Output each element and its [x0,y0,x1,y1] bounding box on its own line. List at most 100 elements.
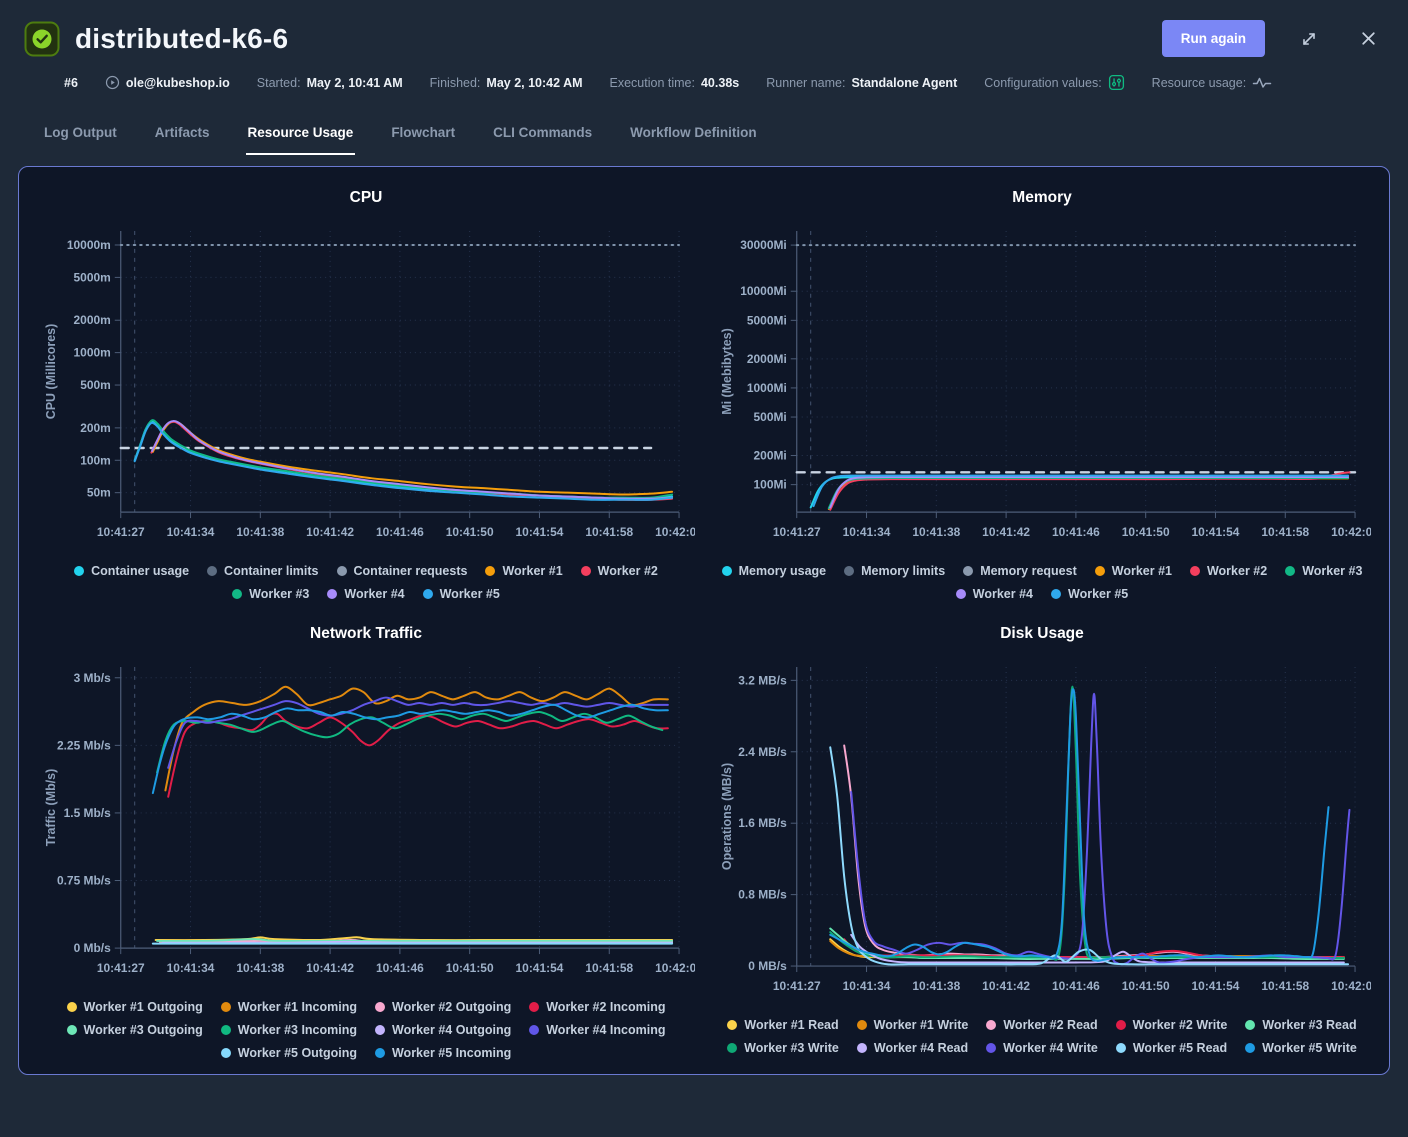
legend-dot [67,1025,77,1035]
legend-label: Worker #5 [440,587,500,601]
legend-dot [221,1025,231,1035]
legend-label: Worker #2 [598,564,658,578]
legend-label: Worker #4 Outgoing [392,1023,511,1037]
svg-text:10:41:46: 10:41:46 [376,961,424,975]
legend-dot [857,1043,867,1053]
network-traffic-chart-cell: Network Traffic 3 Mb/s2.25 Mb/s1.5 Mb/s0… [37,623,695,1060]
user-email: ole@kubeshop.io [126,76,230,90]
legend-label: Worker #1 [1112,564,1172,578]
legend-item: Worker #2 Write [1116,1018,1228,1032]
tab-cli-commands[interactable]: CLI Commands [491,115,594,155]
svg-text:10:41:27: 10:41:27 [773,525,821,539]
legend-dot [857,1020,867,1030]
legend-dot [581,566,591,576]
svg-text:500m: 500m [80,378,111,392]
svg-text:10:41:27: 10:41:27 [97,961,145,975]
legend-label: Worker #4 [973,587,1033,601]
legend-label: Worker #3 Read [1262,1018,1356,1032]
close-button[interactable] [1353,23,1384,54]
meta-resource-usage: Resource usage: [1152,75,1273,90]
legend-dot [963,566,973,576]
svg-text:30000Mi: 30000Mi [740,238,787,252]
svg-text:0.75 Mb/s: 0.75 Mb/s [57,873,111,887]
disk-usage-chart-legend: Worker #1 Read Worker #1 Write Worker #2 R… [713,1018,1371,1055]
network-traffic-chart: 3 Mb/s2.25 Mb/s1.5 Mb/s0.75 Mb/s0 Mb/s10… [37,653,695,992]
svg-text:Operations (MB/s): Operations (MB/s) [720,763,734,870]
legend-dot [529,1002,539,1012]
legend-item: Worker #2 Read [986,1018,1097,1032]
svg-text:100m: 100m [80,453,111,467]
legend-dot [327,589,337,599]
legend-item: Worker #1 Incoming [221,1000,357,1014]
legend-item: Worker #5 Outgoing [221,1046,357,1060]
legend-item: Worker #2 [581,564,658,578]
legend-dot [844,566,854,576]
legend-dot [1190,566,1200,576]
svg-text:10:41:50: 10:41:50 [446,961,494,975]
svg-text:Mi (Mebibytes): Mi (Mebibytes) [720,328,734,414]
svg-text:3 Mb/s: 3 Mb/s [74,671,112,685]
legend-item: Worker #1 [1095,564,1172,578]
expand-button[interactable] [1294,24,1324,54]
cpu-chart: 10000m5000m2000m1000m500m200m100m50m10:4… [37,217,695,556]
legend-label: Worker #4 Read [874,1041,968,1055]
configuration-values-icon[interactable] [1108,74,1125,91]
legend-item: Worker #1 Write [857,1018,969,1032]
legend-dot [956,589,966,599]
legend-label: Worker #5 Read [1133,1041,1227,1055]
resource-usage-panel: CPU 10000m5000m2000m1000m500m200m100m50m… [18,166,1390,1075]
legend-label: Worker #4 Incoming [546,1023,665,1037]
disk-usage-chart-cell: Disk Usage 3.2 MB/s2.4 MB/s1.6 MB/s0.8 M… [713,623,1371,1060]
cpu-chart-title: CPU [37,189,695,207]
legend-dot [1245,1043,1255,1053]
disk-usage-chart: 3.2 MB/s2.4 MB/s1.6 MB/s0.8 MB/s0 MB/s10… [713,653,1371,1010]
svg-text:1.6 MB/s: 1.6 MB/s [738,816,787,830]
run-again-button[interactable]: Run again [1162,20,1265,57]
meta-runner-name: Runner name: Standalone Agent [766,76,957,90]
legend-label: Memory usage [739,564,827,578]
legend-dot [1116,1043,1126,1053]
legend-item: Worker #4 Outgoing [375,1023,511,1037]
legend-label: Worker #2 [1207,564,1267,578]
disk-usage-chart-title: Disk Usage [713,625,1371,643]
legend-item: Worker #2 Outgoing [375,1000,511,1014]
svg-text:10:41:27: 10:41:27 [773,979,821,993]
execution-number: #6 [64,76,78,90]
legend-label: Worker #3 [249,587,309,601]
legend-dot [722,566,732,576]
svg-text:1000Mi: 1000Mi [747,381,787,395]
tab-workflow-definition[interactable]: Workflow Definition [628,115,759,155]
legend-item: Worker #3 Outgoing [67,1023,203,1037]
legend-item: Worker #5 Read [1116,1041,1227,1055]
legend-dot [375,1002,385,1012]
tab-resource-usage[interactable]: Resource Usage [246,115,356,155]
svg-text:10:41:38: 10:41:38 [236,525,284,539]
svg-text:10:41:38: 10:41:38 [236,961,284,975]
legend-item: Worker #3 Read [1245,1018,1356,1032]
svg-text:10:41:34: 10:41:34 [167,961,215,975]
memory-chart: 30000Mi10000Mi5000Mi2000Mi1000Mi500Mi200… [713,217,1371,556]
svg-text:10:41:42: 10:41:42 [982,979,1030,993]
legend-item: Worker #4 [956,587,1033,601]
resource-usage-icon[interactable] [1252,75,1272,90]
memory-chart-cell: Memory 30000Mi10000Mi5000Mi2000Mi1000Mi5… [713,187,1371,601]
legend-label: Worker #4 Write [1003,1041,1098,1055]
legend-dot [67,1002,77,1012]
svg-text:1.5 Mb/s: 1.5 Mb/s [64,806,112,820]
tab-log-output[interactable]: Log Output [42,115,119,155]
svg-text:10:41:58: 10:41:58 [1261,979,1309,993]
svg-text:10:42:07: 10:42:07 [1331,979,1371,993]
legend-item: Worker #1 Read [727,1018,838,1032]
execution-header: distributed-k6-6 Run again #6 ole@kubesh… [0,0,1408,155]
tab-artifacts[interactable]: Artifacts [153,115,212,155]
legend-dot [375,1048,385,1058]
legend-label: Container requests [354,564,468,578]
svg-text:200Mi: 200Mi [754,449,787,463]
svg-text:10:41:42: 10:41:42 [982,525,1030,539]
legend-label: Worker #1 Read [744,1018,838,1032]
tab-flowchart[interactable]: Flowchart [389,115,457,155]
svg-text:10:42:07: 10:42:07 [655,525,695,539]
legend-item: Worker #1 [485,564,562,578]
svg-text:3.2 MB/s: 3.2 MB/s [738,673,787,687]
expand-icon [1300,30,1318,48]
